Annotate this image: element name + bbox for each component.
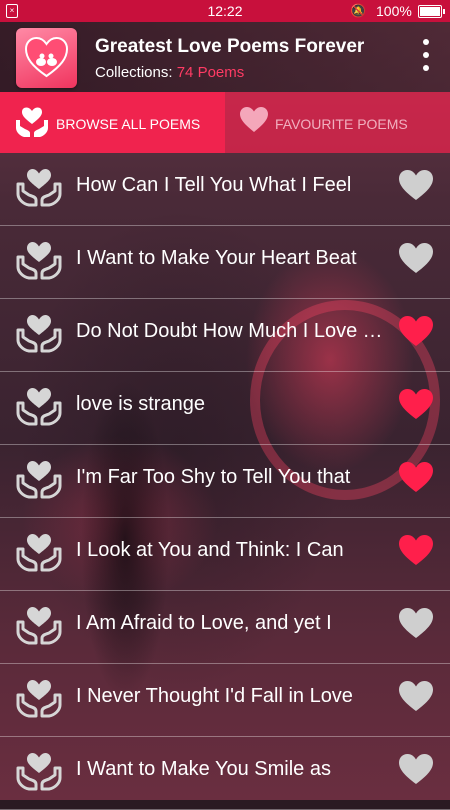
favourite-heart-icon[interactable] <box>398 534 434 572</box>
poem-list-item[interactable]: I Look at You and Think: I Can <box>0 518 450 591</box>
heart-icon <box>239 106 269 138</box>
tab-bar: BROWSE ALL POEMS FAVOURITE POEMS <box>0 92 450 153</box>
app-logo <box>16 28 77 88</box>
favourite-heart-icon[interactable] <box>398 242 434 280</box>
tab-favourite-label: FAVOURITE POEMS <box>275 116 408 132</box>
app-header: Greatest Love Poems Forever Collections:… <box>0 22 450 92</box>
collections-label: Collections: <box>95 64 173 81</box>
favourite-heart-icon[interactable] <box>398 607 434 645</box>
poem-title: I'm Far Too Shy to Tell You that <box>76 466 351 488</box>
poem-title: I Look at You and Think: I Can <box>76 539 344 561</box>
collections-summary: Collections: 74 Poems <box>95 64 244 81</box>
heart-hands-icon <box>16 459 62 506</box>
tab-browse-all-poems[interactable]: BROWSE ALL POEMS <box>0 92 225 153</box>
overflow-menu-icon[interactable] <box>418 39 434 79</box>
poem-list-item[interactable]: I Am Afraid to Love, and yet I <box>0 591 450 664</box>
battery-percent: 100% <box>376 3 412 19</box>
heart-hands-icon <box>16 751 62 798</box>
poem-list-item[interactable]: I Want to Make Your Heart Beat <box>0 226 450 299</box>
poem-title: I Am Afraid to Love, and yet I <box>76 612 332 634</box>
poem-list-item[interactable]: I Never Thought I'd Fall in Love <box>0 664 450 737</box>
poem-title: love is strange <box>76 393 205 415</box>
poem-title: I Want to Make Your Heart Beat <box>76 247 357 269</box>
battery-icon <box>418 5 445 18</box>
heart-hands-icon <box>16 605 62 652</box>
heart-hands-icon <box>16 532 62 579</box>
favourite-heart-icon[interactable] <box>398 753 434 791</box>
heart-hands-icon <box>16 386 62 433</box>
heart-hands-icon <box>16 240 62 287</box>
silent-bell-icon: 🔕 <box>350 3 367 18</box>
heart-hands-icon <box>16 167 62 214</box>
tab-browse-label: BROWSE ALL POEMS <box>56 116 201 132</box>
heart-logo-icon <box>24 36 69 78</box>
poem-title: I Never Thought I'd Fall in Love <box>76 685 353 707</box>
poem-title: Do Not Doubt How Much I Love You <box>76 320 384 342</box>
status-bar: × 12:22 🔕 100% <box>0 0 450 22</box>
poem-title: How Can I Tell You What I Feel <box>76 174 352 196</box>
favourite-heart-icon[interactable] <box>398 461 434 499</box>
poem-list-item[interactable]: I Want to Make You Smile as <box>0 737 450 810</box>
tab-favourite-poems[interactable]: FAVOURITE POEMS <box>225 92 450 153</box>
heart-hands-icon <box>14 106 50 145</box>
poem-list-item[interactable]: love is strange <box>0 372 450 445</box>
favourite-heart-icon[interactable] <box>398 680 434 718</box>
poem-list: How Can I Tell You What I Feel I Want to … <box>0 153 450 810</box>
heart-hands-icon <box>16 678 62 725</box>
poem-list-item[interactable]: I'm Far Too Shy to Tell You that <box>0 445 450 518</box>
poem-title: I Want to Make You Smile as <box>76 758 331 780</box>
collections-count: 74 Poems <box>176 64 245 81</box>
favourite-heart-icon[interactable] <box>398 169 434 207</box>
favourite-heart-icon[interactable] <box>398 388 434 426</box>
poem-list-item[interactable]: Do Not Doubt How Much I Love You <box>0 299 450 372</box>
favourite-heart-icon[interactable] <box>398 315 434 353</box>
app-title: Greatest Love Poems Forever <box>95 36 365 57</box>
heart-hands-icon <box>16 313 62 360</box>
poem-list-item[interactable]: How Can I Tell You What I Feel <box>0 153 450 226</box>
